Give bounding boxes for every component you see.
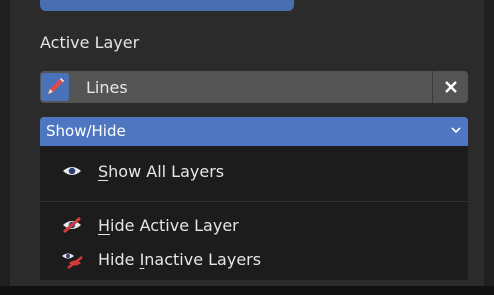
menu-item-hide-active-layer[interactable]: Hide Active Layer: [40, 208, 468, 242]
dropdown-menu: Show All Layers Hide Active Layer Hide I…: [40, 146, 468, 280]
layer-name[interactable]: Lines: [86, 78, 128, 97]
remove-layer-button[interactable]: [434, 71, 468, 103]
dropdown-label: Show/Hide: [46, 122, 126, 140]
menu-item-hide-inactive-layers[interactable]: Hide Inactive Layers: [40, 242, 468, 276]
hide-inactive-icon: [62, 253, 83, 269]
eye-icon: [63, 167, 81, 175]
top-accent-bar: [40, 0, 294, 11]
show-hide-dropdown[interactable]: Show/Hide: [40, 117, 468, 146]
panel-left-edge: [0, 0, 10, 295]
menu-separator: [40, 201, 468, 202]
hide-eye-icon: [63, 216, 81, 234]
bottom-edge: [0, 286, 494, 295]
active-layer-field[interactable]: Lines: [40, 71, 468, 103]
field-divider: [432, 71, 433, 103]
pencil-icon: [41, 73, 69, 101]
section-title: Active Layer: [40, 33, 140, 52]
menu-item-show-all-layers[interactable]: Show All Layers: [40, 154, 468, 188]
chevron-down-icon: [451, 127, 461, 134]
close-icon: [445, 81, 457, 93]
panel-right-edge: [484, 0, 494, 295]
properties-panel: Active Layer Lines Show/Hide Show All La…: [0, 0, 494, 295]
